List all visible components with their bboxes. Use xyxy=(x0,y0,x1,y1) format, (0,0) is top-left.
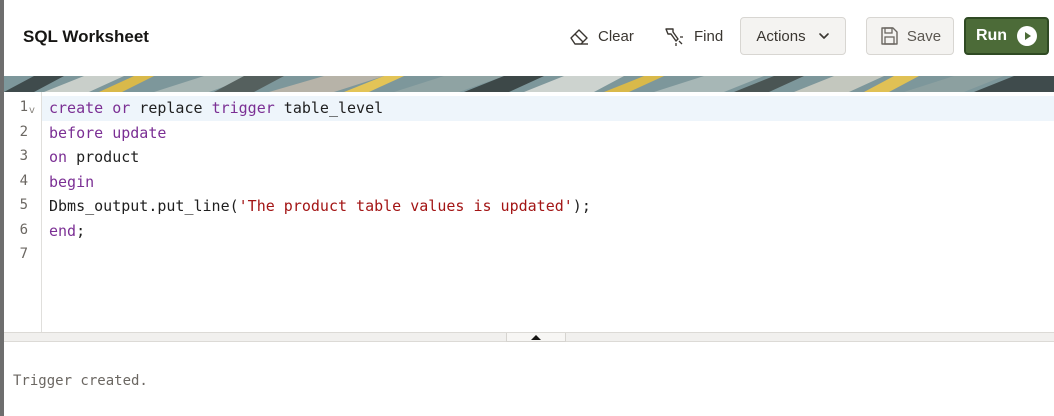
decorative-banner xyxy=(4,76,1054,92)
line-number: 5 xyxy=(19,197,28,213)
run-label: Run xyxy=(975,27,1008,44)
page-title: SQL Worksheet xyxy=(23,27,149,46)
play-icon xyxy=(1017,26,1038,46)
line-number: 4 xyxy=(19,173,28,189)
output-message: Trigger created. xyxy=(13,373,148,389)
save-label: Save xyxy=(906,27,942,45)
code-line: on product xyxy=(49,148,140,166)
code-line: before update xyxy=(49,123,167,142)
code-line: end; xyxy=(49,221,86,240)
line-number: 6 xyxy=(19,222,28,238)
line-number: 1 xyxy=(19,99,28,115)
clear-button[interactable]: Clear xyxy=(568,17,634,55)
actions-menu-button[interactable]: Actions xyxy=(740,17,846,55)
flashlight-icon xyxy=(664,26,686,46)
code-line: Dbms_output.put_line('The product table … xyxy=(49,197,591,215)
run-button[interactable]: Run xyxy=(964,17,1049,55)
save-button[interactable]: Save xyxy=(866,17,954,55)
eraser-icon xyxy=(568,27,590,45)
worksheet-header: SQL Worksheet Clear Find Actions Save Ru… xyxy=(4,0,1054,76)
chevron-down-icon xyxy=(818,32,830,40)
actions-label: Actions xyxy=(756,27,806,45)
floppy-disk-icon xyxy=(879,26,899,46)
caret-up-icon xyxy=(531,334,541,340)
output-panel: Trigger created. xyxy=(4,342,1054,416)
find-button[interactable]: Find xyxy=(664,17,723,55)
code-content[interactable]: create or replace trigger table_level be… xyxy=(49,96,591,268)
fold-chevron-icon[interactable]: v xyxy=(29,105,35,116)
line-number-gutter: 1 2 3 4 5 6 7 v xyxy=(4,92,42,332)
panel-splitter[interactable] xyxy=(4,332,1054,342)
code-line: create or replace trigger table_level xyxy=(49,99,384,117)
line-number: 3 xyxy=(19,148,28,164)
clear-label: Clear xyxy=(598,27,634,45)
sql-editor[interactable]: 1 2 3 4 5 6 7 v create or replace trigge… xyxy=(4,92,1054,332)
code-line: begin xyxy=(49,172,95,191)
collapse-handle[interactable] xyxy=(506,333,566,342)
line-number: 7 xyxy=(19,246,28,262)
line-number: 2 xyxy=(19,124,28,140)
find-label: Find xyxy=(694,27,724,45)
